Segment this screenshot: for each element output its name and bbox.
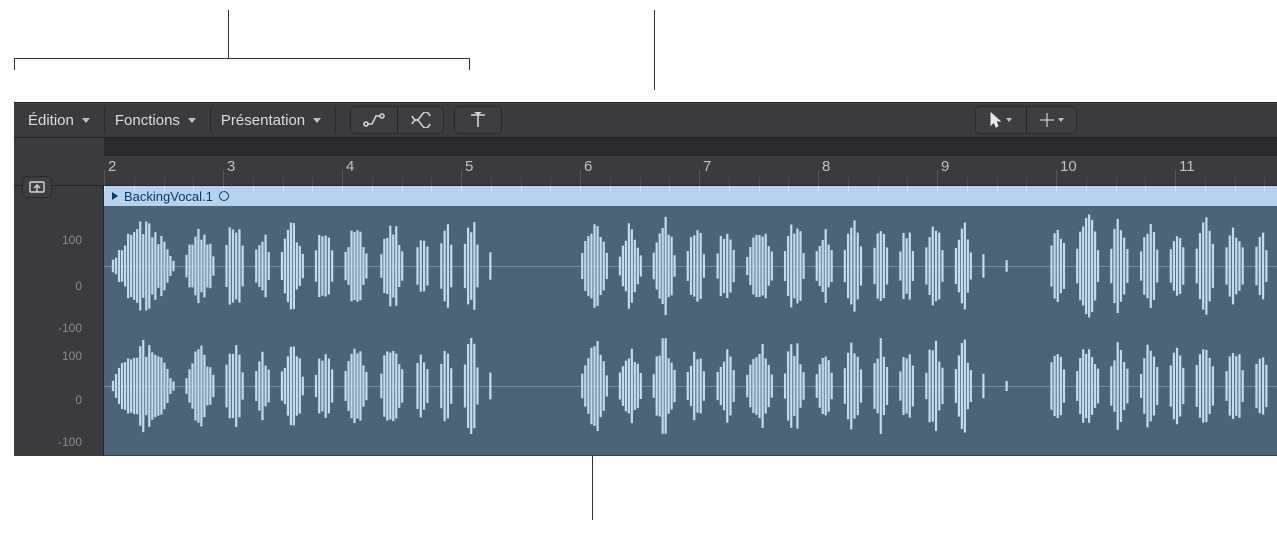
tool-selector-group (975, 106, 1077, 134)
beat-tick (699, 186, 700, 192)
db-label: 100 (62, 350, 82, 362)
cycle-strip[interactable] (104, 138, 1277, 156)
chevron-down-icon (82, 118, 90, 123)
automation-flex-group (350, 106, 444, 134)
menu-edit[interactable]: Édition (18, 107, 104, 133)
menu-functions[interactable]: Fonctions (105, 107, 210, 133)
callout-menus-vl (14, 58, 15, 70)
beat-tick (1116, 186, 1117, 192)
beat-tick (1145, 186, 1146, 192)
cmd-click-tool[interactable] (1026, 107, 1076, 133)
beat-tick (907, 186, 908, 192)
beat-tick (283, 186, 284, 192)
beat-tick (223, 186, 224, 192)
bar-numbers: 234567891011 (104, 156, 1277, 186)
waveform-area[interactable] (104, 206, 1277, 446)
beat-tick (312, 186, 313, 192)
beat-tick (1026, 186, 1027, 192)
pointer-icon (990, 112, 1002, 128)
catch-group (454, 106, 502, 134)
beat-tick (1086, 186, 1087, 192)
db-label: -100 (58, 322, 82, 334)
left-click-tool[interactable] (976, 107, 1026, 133)
menu-edit-label: Édition (28, 112, 74, 129)
beat-tick (461, 186, 462, 192)
beat-tick (967, 186, 968, 192)
flex-icon (410, 112, 432, 128)
flex-button[interactable] (397, 107, 443, 133)
beat-tick (997, 186, 998, 192)
editor-toolbar: Édition Fonctions Présentation (14, 102, 1277, 138)
beat-tick (372, 186, 373, 192)
separator (335, 107, 336, 133)
catch-playhead-button[interactable] (455, 107, 501, 133)
chevron-down-icon (1058, 118, 1064, 122)
beat-tick (104, 186, 105, 192)
db-label: -100 (58, 436, 82, 448)
region-name: BackingVocal.1 (124, 189, 213, 204)
beat-tick (818, 186, 819, 192)
region-header[interactable]: BackingVocal.1 (104, 186, 1277, 206)
beat-tick (848, 186, 849, 192)
db-label: 100 (62, 234, 82, 246)
menu-functions-label: Fonctions (115, 112, 180, 129)
automation-button[interactable] (351, 107, 397, 133)
beat-tick (580, 186, 581, 192)
beat-tick (788, 186, 789, 192)
loop-indicator-icon (219, 191, 229, 201)
beat-tick (253, 186, 254, 192)
play-icon (112, 192, 118, 200)
audio-region[interactable]: BackingVocal.1 (104, 186, 1277, 456)
beat-tick (759, 186, 760, 192)
chevron-down-icon (1006, 118, 1012, 122)
waveform (104, 206, 1277, 446)
callout-playhead-v (654, 10, 655, 90)
beat-tick (937, 186, 938, 192)
beat-tick (342, 186, 343, 192)
automation-icon (362, 112, 386, 128)
beat-tick (134, 186, 135, 192)
chevron-down-icon (313, 118, 321, 123)
beat-tick (550, 186, 551, 192)
inspector-toggle-button[interactable] (22, 176, 52, 198)
beat-tick (1264, 186, 1265, 192)
beat-tick (1235, 186, 1236, 192)
beat-tick (402, 186, 403, 192)
beat-tick (1056, 186, 1057, 192)
beat-tick (193, 186, 194, 192)
menu-view-label: Présentation (221, 112, 305, 129)
beat-tick (640, 186, 641, 192)
callout-menus-vc (228, 10, 229, 58)
chevron-down-icon (188, 118, 196, 123)
beat-tick (491, 186, 492, 192)
db-label: 0 (75, 394, 82, 406)
beat-tick (164, 186, 165, 192)
bar-ruler[interactable]: 234567891011 (14, 138, 1277, 186)
beat-tick (878, 186, 879, 192)
catch-playhead-icon (469, 111, 487, 129)
callout-menus-h (14, 58, 470, 59)
beat-tick (669, 186, 670, 192)
callout-menus-vr (469, 58, 470, 70)
beat-tick (729, 186, 730, 192)
db-label: 0 (75, 280, 82, 292)
beat-tick (1205, 186, 1206, 192)
beat-tick (1175, 186, 1176, 192)
beat-tick (521, 186, 522, 192)
inspector-icon (29, 181, 45, 193)
beat-tick (610, 186, 611, 192)
beat-tick (431, 186, 432, 192)
menu-view[interactable]: Présentation (211, 107, 335, 133)
menu-group: Édition Fonctions Présentation (18, 107, 336, 133)
crosshair-icon (1040, 113, 1054, 127)
